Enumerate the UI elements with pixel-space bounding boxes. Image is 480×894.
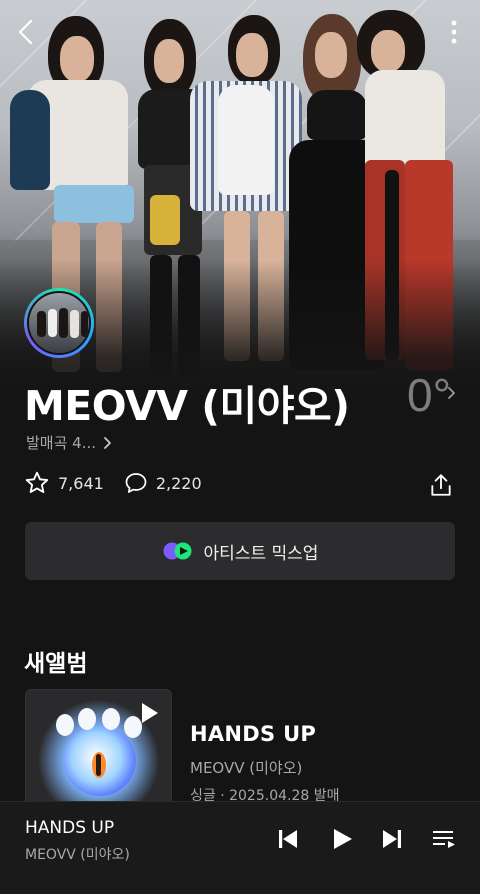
mix-logo-icon: [163, 542, 192, 560]
skip-next-icon: [383, 830, 401, 848]
now-playing-title: HANDS UP: [25, 818, 115, 838]
play-icon: [142, 703, 158, 723]
album-play-button[interactable]: [139, 702, 159, 728]
released-songs-link[interactable]: 발매곡 4...: [26, 432, 112, 453]
chevron-right-icon: [448, 387, 455, 399]
artist-name: MEOVV (미야오): [24, 382, 350, 430]
playlist-icon: [433, 831, 455, 848]
comment-icon: [125, 473, 147, 493]
play-button[interactable]: [327, 824, 357, 854]
new-album-section-title: 새앨범: [24, 651, 88, 677]
album-title[interactable]: HANDS UP: [190, 722, 316, 746]
back-button[interactable]: [8, 14, 44, 50]
star-icon: [25, 471, 49, 494]
previous-button[interactable]: [273, 824, 303, 854]
artist-mixup-label: 아티스트 믹스업: [203, 543, 319, 564]
share-icon: [431, 474, 451, 496]
playlist-button[interactable]: [429, 824, 459, 854]
degree-value[interactable]: 0°: [407, 368, 451, 422]
chevron-left-icon: [18, 19, 33, 45]
comment-button[interactable]: 2,220: [124, 471, 202, 495]
released-songs-label: 발매곡 4...: [26, 434, 97, 452]
mini-player[interactable]: HANDS UP MEOVV (미야오): [0, 801, 480, 894]
more-options-button[interactable]: [436, 14, 472, 50]
share-button[interactable]: [428, 472, 454, 502]
chevron-right-icon: [104, 436, 111, 449]
album-cover[interactable]: [25, 689, 172, 819]
artist-hero-image: [0, 0, 480, 420]
artist-avatar[interactable]: [24, 288, 94, 358]
artist-mixup-button[interactable]: 아티스트 믹스업: [25, 522, 455, 580]
more-vertical-icon: [451, 20, 457, 44]
like-count: 7,641: [58, 473, 104, 493]
bottom-nav-edge: [0, 882, 480, 894]
next-button[interactable]: [377, 824, 407, 854]
album-artist: MEOVV (미야오): [190, 759, 303, 777]
play-icon: [334, 829, 352, 849]
comment-count: 2,220: [155, 473, 202, 493]
artist-stats: 7,641 2,220: [24, 470, 222, 496]
degree-detail-button[interactable]: [446, 385, 456, 404]
skip-previous-icon: [279, 830, 297, 848]
now-playing-artist: MEOVV (미야오): [25, 847, 130, 863]
like-button[interactable]: 7,641: [24, 470, 104, 496]
avatar-image: [27, 291, 91, 355]
